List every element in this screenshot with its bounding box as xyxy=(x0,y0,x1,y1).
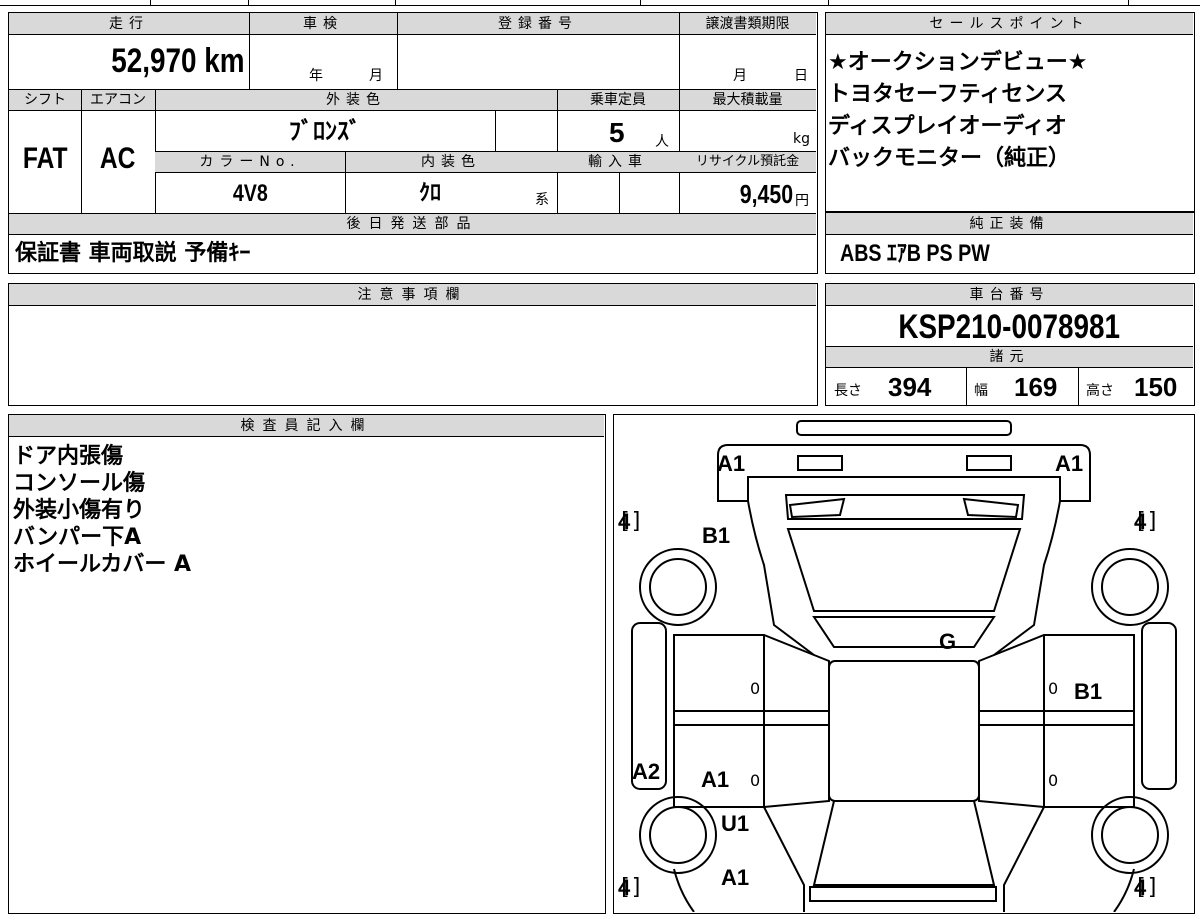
inspection-month-unit: 月 xyxy=(369,68,383,84)
shift-value: FAT xyxy=(22,142,68,175)
sales-points-panel: セールスポイント ★オークションデビュー★ トヨタセーフティセンス ディスプレイ… xyxy=(825,12,1195,212)
inspector-note-3: 外装小傷有り xyxy=(13,498,146,523)
tire-rear-left-value: 4 xyxy=(618,875,631,900)
sales-point-1: ★オークションデビュー★ xyxy=(828,50,1088,75)
mark-left-rocker: A2 xyxy=(632,759,661,784)
width-value: 169 xyxy=(1014,372,1058,402)
chassis-header: 車台番号 xyxy=(969,287,1050,303)
chassis-panel: 車台番号 KSP210-0078981 諸元 長さ 394 幅 169 高さ 1… xyxy=(825,283,1195,406)
import-header: 輸入車 xyxy=(588,154,648,170)
inspector-panel: 検査員記入欄 ドア内張傷 コンソール傷 外装小傷有り バンパー下A ホイールカバ… xyxy=(8,414,606,914)
color-no-header: カラーNo. xyxy=(199,154,301,170)
door-value-left-rear: 0 xyxy=(750,771,761,790)
standard-equipment-value: ABS ｴｱB PS PW xyxy=(840,240,990,267)
capacity-header: 乗車定員 xyxy=(590,92,646,108)
registration-header: 登録番号 xyxy=(498,16,578,32)
height-label: 高さ xyxy=(1086,383,1114,399)
top-strip xyxy=(0,0,1200,8)
sales-point-3: ディスプレイオーディオ xyxy=(828,114,1067,139)
door-value-left-front: 0 xyxy=(750,679,761,698)
mileage-header: 走行 xyxy=(109,16,149,32)
mark-windshield: G xyxy=(939,629,957,654)
standard-equipment-panel: 純正装備 ABS ｴｱB PS PW xyxy=(825,212,1195,274)
transfer-header: 譲渡書類期限 xyxy=(705,16,790,32)
transfer-day-unit: 日 xyxy=(794,68,808,84)
door-value-right-front: 0 xyxy=(1048,679,1059,698)
later-parts-header: 後日発送部品 xyxy=(346,216,479,232)
recycle-value: 9,450 xyxy=(739,179,793,209)
max-load-header: 最大積載量 xyxy=(712,92,783,108)
sales-point-2: トヨタセーフティセンス xyxy=(828,82,1067,107)
tire-front-right-value: 4 xyxy=(1134,509,1147,534)
color-no-value: 4V8 xyxy=(232,180,268,207)
door-value-right-rear: 0 xyxy=(1048,771,1059,790)
capacity-unit: 人 xyxy=(655,134,669,150)
notes-header: 注意事項欄 xyxy=(357,287,468,303)
ac-header: エアコン xyxy=(90,92,146,108)
sales-point-4: バックモニター（純正） xyxy=(828,146,1071,171)
standard-equipment-header: 純正装備 xyxy=(969,216,1050,232)
interior-color-value: ｸﾛ xyxy=(418,181,441,206)
tire-front-left: [ 4 ] xyxy=(618,509,644,534)
mark-front-left: A1 xyxy=(717,451,746,476)
chassis-number: KSP210-0078981 xyxy=(898,308,1121,346)
inspection-header: 車検 xyxy=(303,16,343,32)
length-label: 長さ xyxy=(834,383,862,399)
inspector-note-2: コンソール傷 xyxy=(13,471,146,496)
length-value: 394 xyxy=(888,372,932,402)
ac-value: AC xyxy=(100,142,136,175)
mark-left-rear-door: A1 xyxy=(701,767,730,792)
mark-front-right: A1 xyxy=(1055,451,1084,476)
exterior-color-header: 外装色 xyxy=(326,92,386,108)
tire-rear-right-value: 4 xyxy=(1134,875,1147,900)
tire-front-left-value: 4 xyxy=(618,509,631,534)
sales-points-header: セールスポイント xyxy=(929,16,1090,32)
mark-left-rear-fender-a: A1 xyxy=(721,865,750,890)
recycle-unit: 円 xyxy=(795,193,809,209)
mark-right-front-door: B1 xyxy=(1074,679,1103,704)
max-load-unit: kg xyxy=(793,131,810,147)
basic-info-table: 走行 車検 登録番号 譲渡書類期限 52,970 km 年 月 月 日 シフト … xyxy=(8,12,818,274)
car-diagram xyxy=(631,420,1177,912)
inspector-note-5: ホイールカバー A xyxy=(13,552,192,577)
height-value: 150 xyxy=(1134,372,1178,402)
interior-color-header: 内装色 xyxy=(421,154,481,170)
transfer-month-unit: 月 xyxy=(733,68,747,84)
inspector-note-1: ドア内張傷 xyxy=(13,444,124,469)
tire-rear-left: [ 4 ] xyxy=(618,875,644,900)
specs-header: 諸元 xyxy=(989,349,1030,365)
width-label: 幅 xyxy=(974,383,988,399)
notes-panel: 注意事項欄 xyxy=(8,283,818,406)
mileage-value: 52,970 km xyxy=(111,42,245,80)
inspector-note-4: バンパー下A xyxy=(13,525,142,550)
tire-front-right: [ 4 ] xyxy=(1134,509,1160,534)
inspection-year-unit: 年 xyxy=(309,68,323,84)
later-parts-value: 保証書 車両取説 予備ｷｰ xyxy=(15,241,251,266)
recycle-header: リサイクル預託金 xyxy=(695,154,800,169)
interior-color-suffix: 系 xyxy=(535,192,549,208)
car-diagram-panel: A1 A1 B1 G B1 A2 A1 U1 A1 [ 4 ] [ 4 ] [ … xyxy=(613,414,1195,914)
tire-rear-right: [ 4 ] xyxy=(1134,875,1160,900)
capacity-value: 5 xyxy=(609,117,625,148)
mark-left-front-fender: B1 xyxy=(702,523,731,548)
shift-header: シフト xyxy=(24,92,66,108)
exterior-color-value: ﾌﾞﾛﾝｽﾞ xyxy=(289,117,361,145)
inspector-header: 検査員記入欄 xyxy=(240,418,373,434)
mark-left-rear-fender-u: U1 xyxy=(721,811,750,836)
